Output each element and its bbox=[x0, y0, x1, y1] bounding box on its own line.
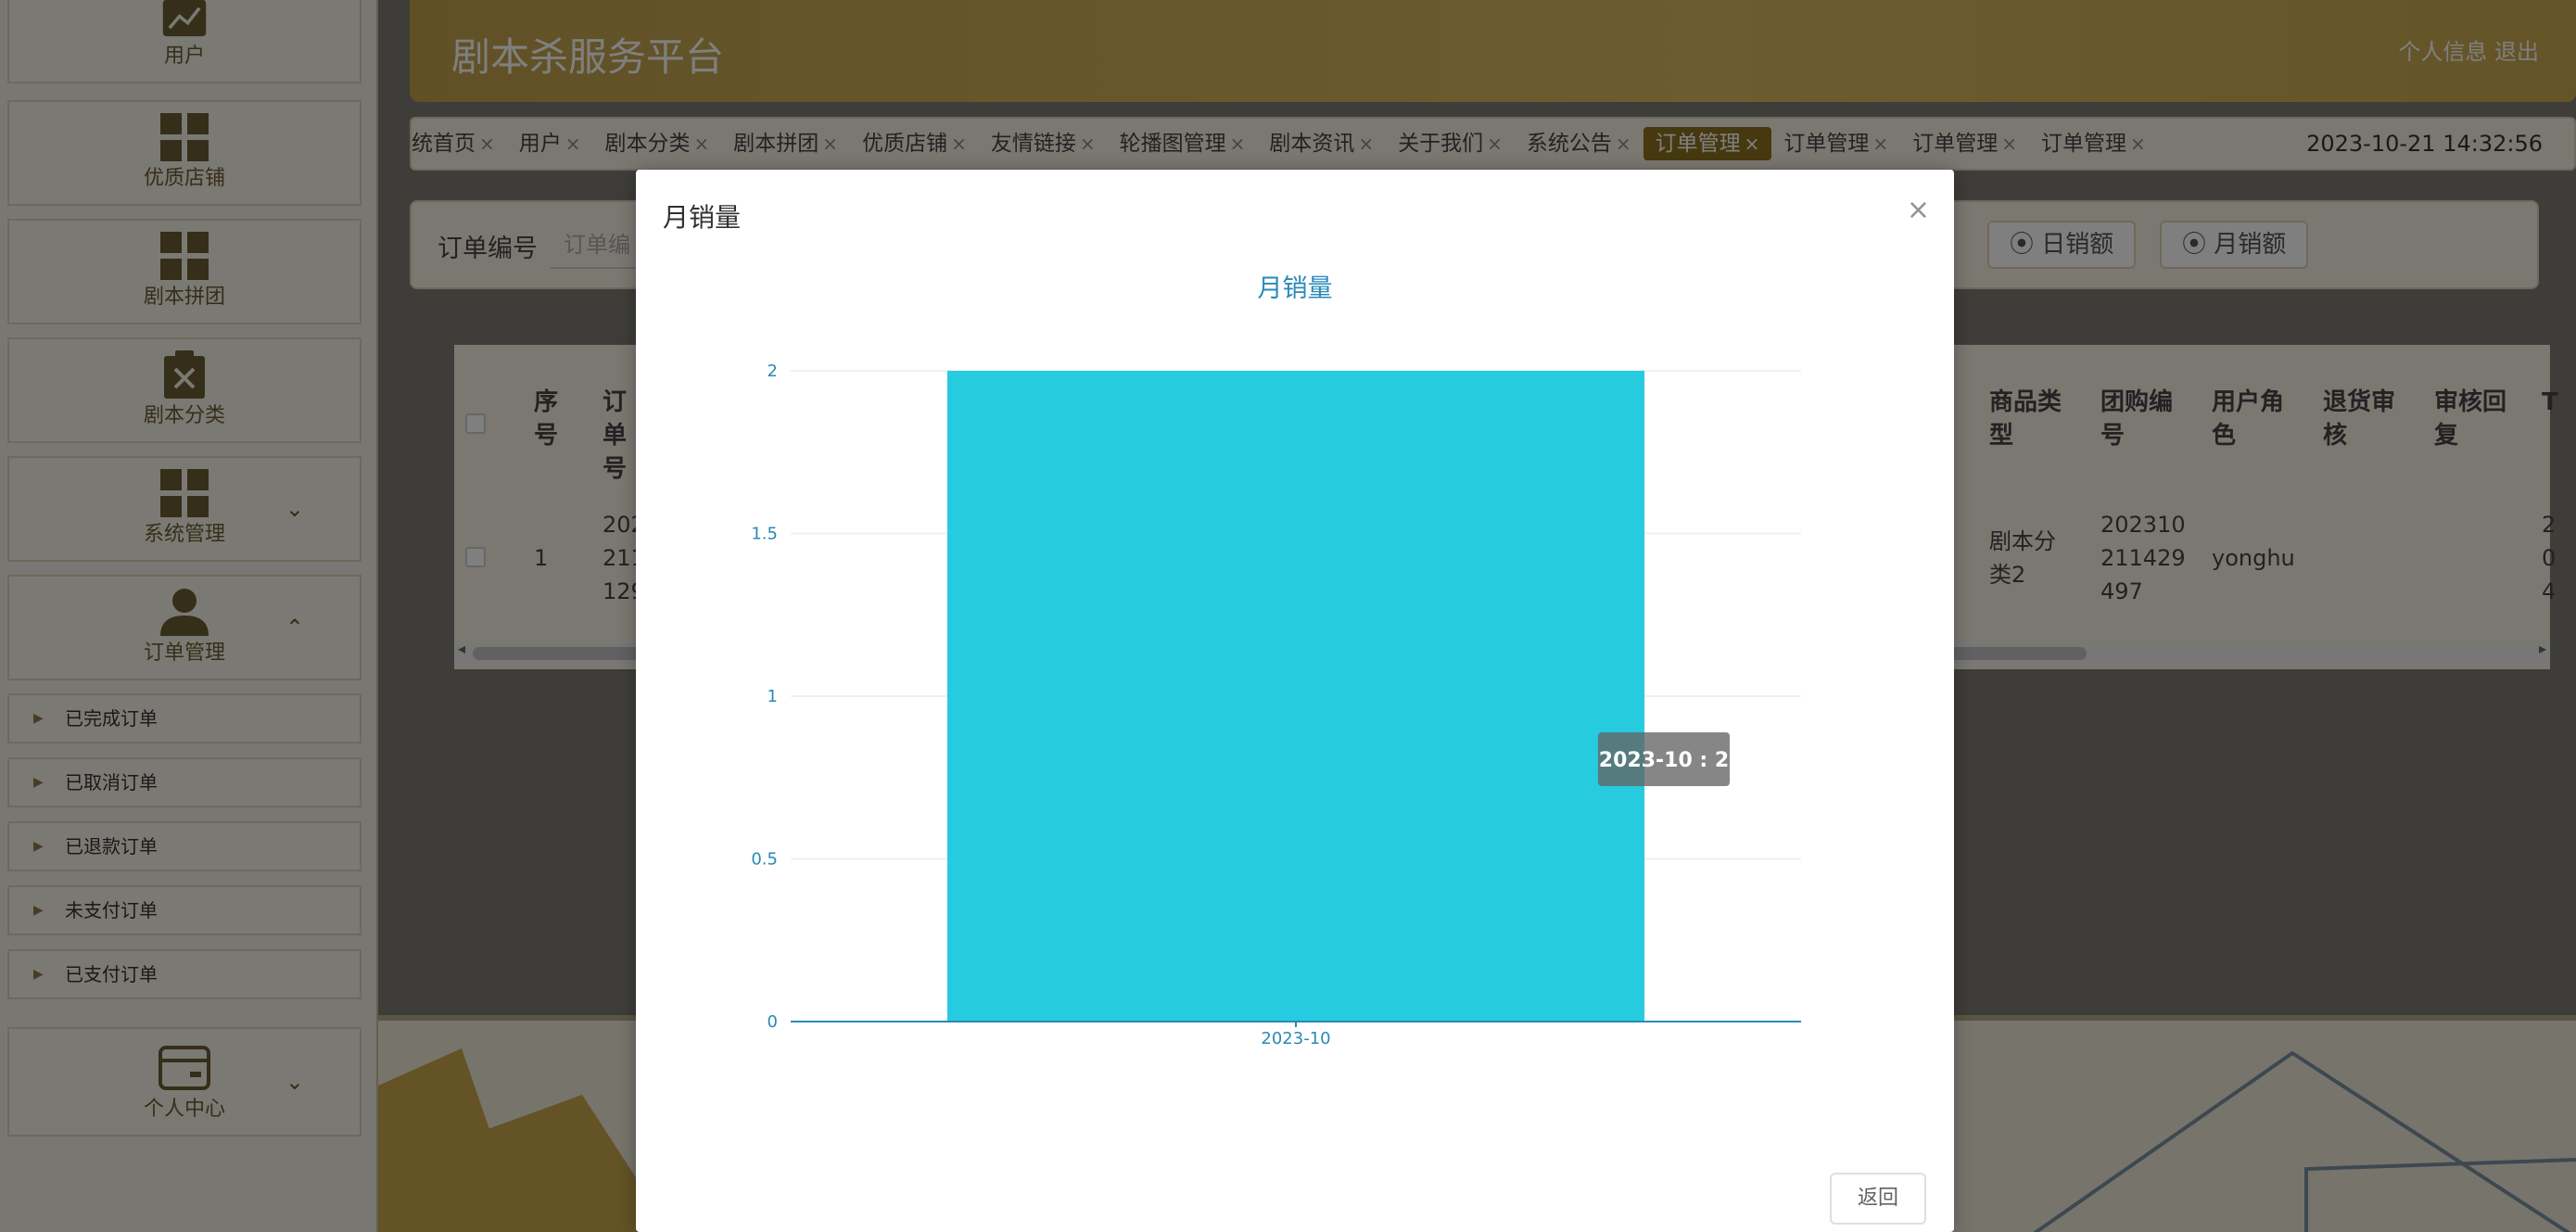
monthly-sales-dialog: 月销量 × 月销量 0 0.5 1 1.5 2 2023-10 2023-10 : 2 返回 bbox=[636, 170, 1954, 1232]
tooltip-text: 2023-10 : 2 bbox=[1599, 749, 1729, 772]
bar bbox=[946, 371, 1645, 1022]
dialog-title: 月销量 bbox=[663, 202, 742, 233]
chart-title: 月销量 bbox=[1258, 274, 1333, 303]
close-icon[interactable]: × bbox=[1907, 194, 1930, 226]
y-tick-label: 2 bbox=[768, 362, 778, 381]
y-tick-label: 0.5 bbox=[751, 850, 778, 870]
y-tick-label: 0 bbox=[768, 1012, 778, 1032]
back-button[interactable]: 返回 bbox=[1830, 1173, 1926, 1225]
x-tick-label: 2023-10 bbox=[1261, 1029, 1330, 1048]
y-tick-label: 1.5 bbox=[751, 525, 778, 544]
monthly-sales-chart: 月销量 0 0.5 1 1.5 2 2023-10 2023-10 : 2 bbox=[751, 274, 1801, 1048]
y-tick-label: 1 bbox=[768, 687, 778, 706]
